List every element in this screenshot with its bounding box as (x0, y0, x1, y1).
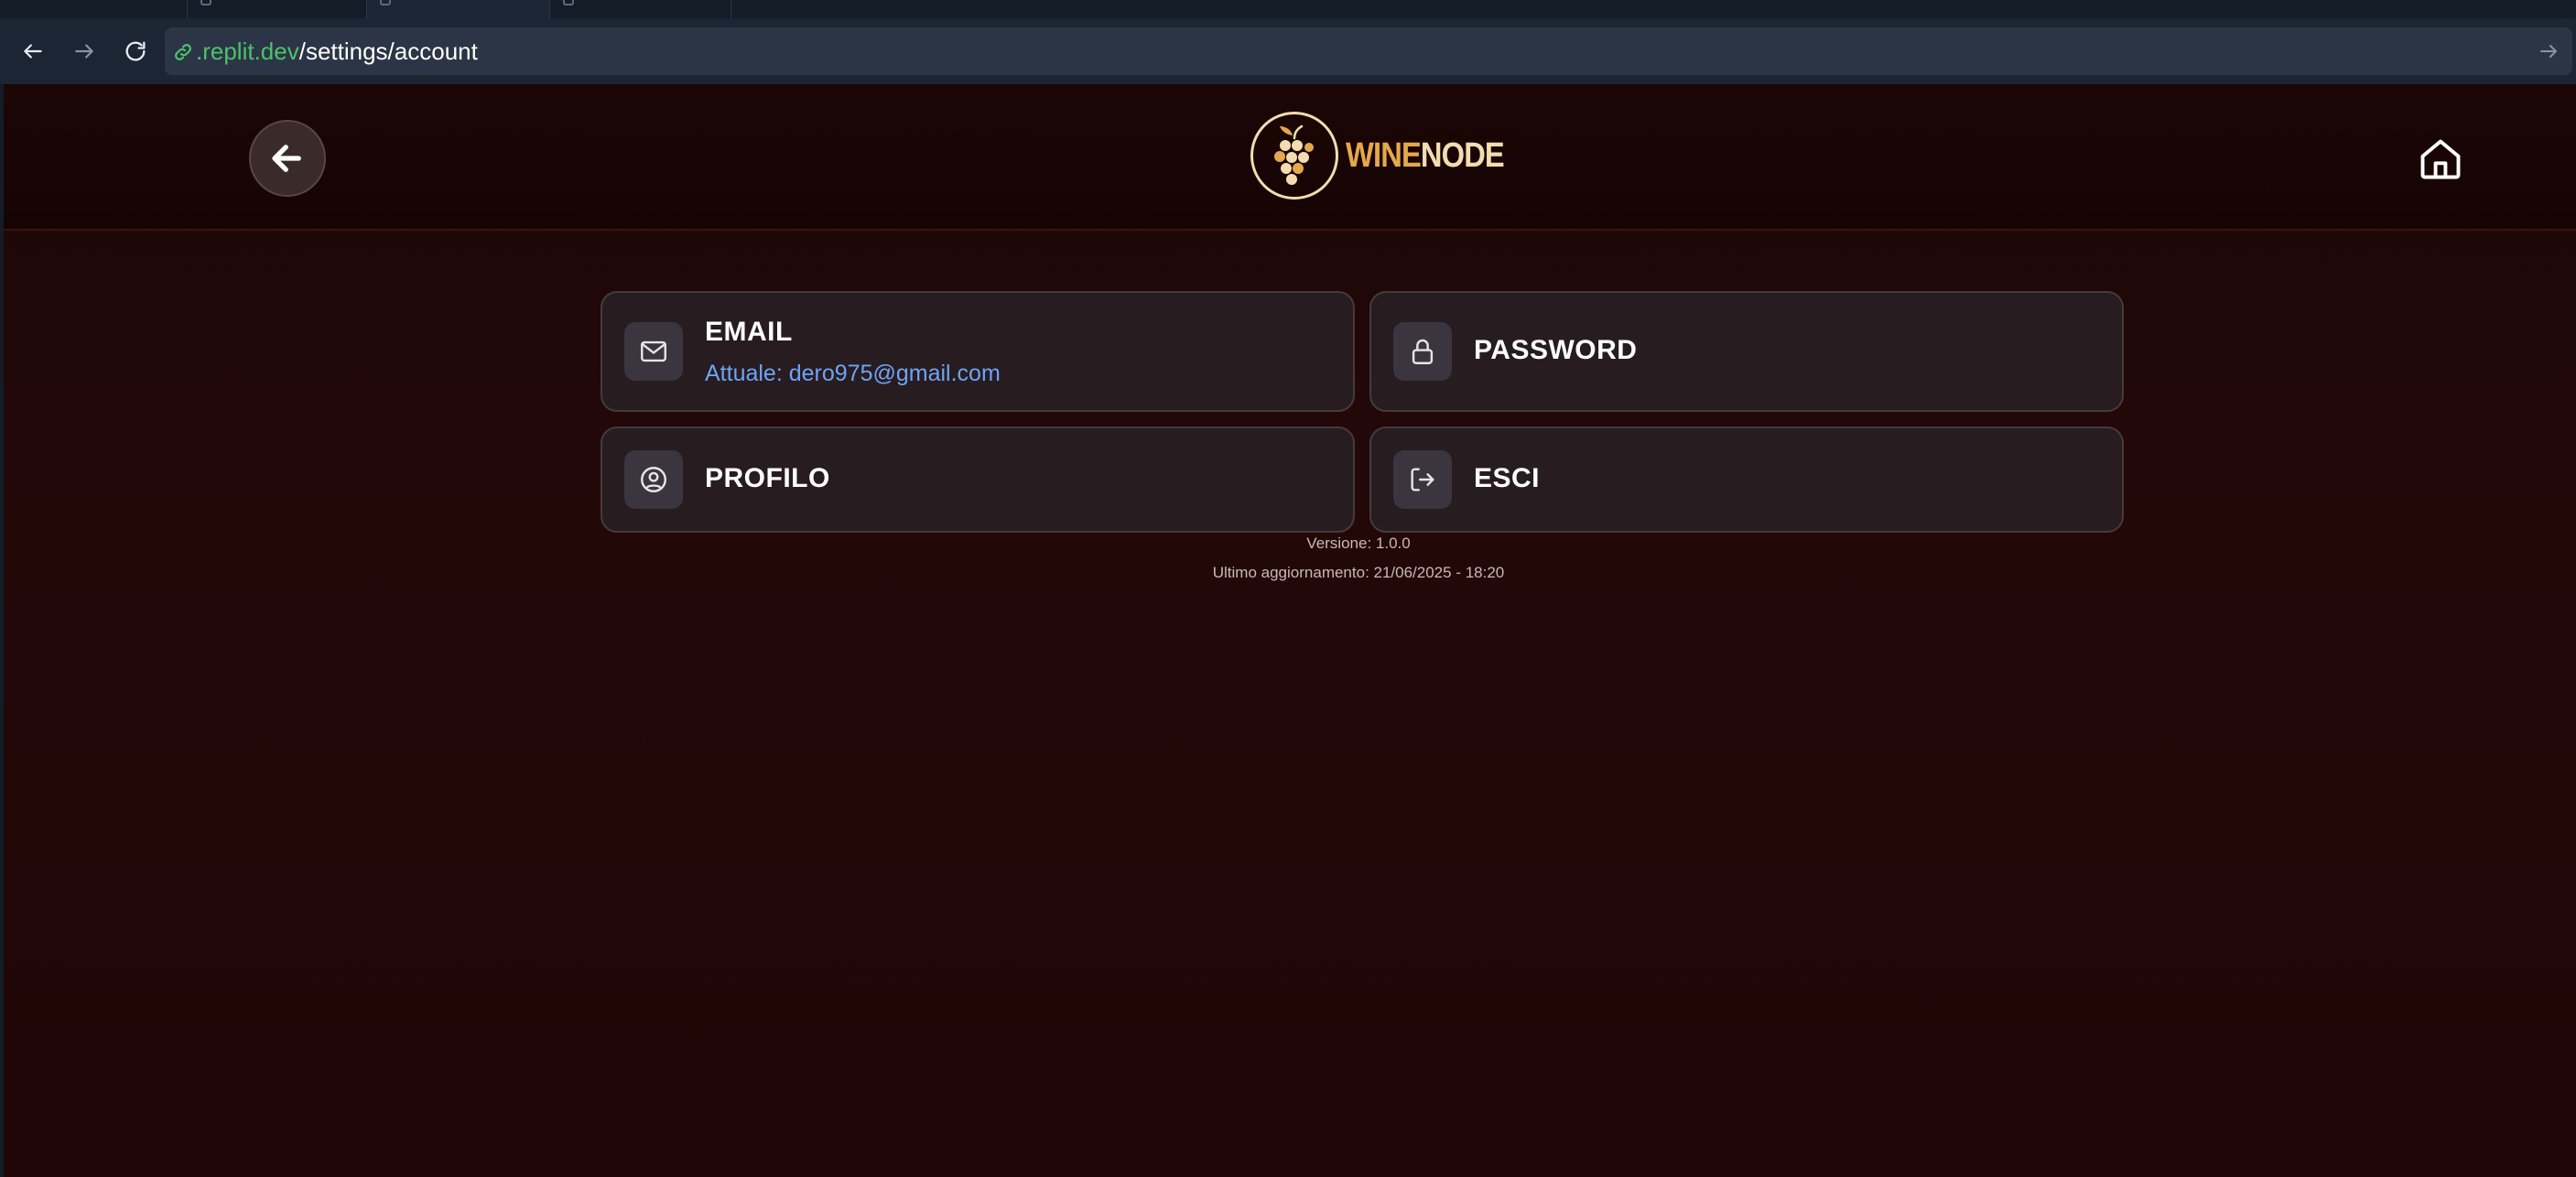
grapes-icon (1274, 124, 1314, 185)
profile-card[interactable]: PROFILO (601, 427, 1355, 533)
browser-reload-button[interactable] (121, 37, 150, 66)
email-card-title: EMAIL (705, 317, 793, 347)
app-page: WINENODE EMAIL Attuale: dero975@gmail.co… (4, 84, 2576, 1177)
browser-tab-active[interactable] (366, 0, 549, 18)
home-icon (2420, 139, 2461, 179)
lock-icon (1412, 339, 1434, 364)
back-button[interactable] (249, 120, 326, 197)
logo-wordmark: WINENODE (1346, 135, 1505, 176)
tab-favicon-icon (200, 0, 211, 5)
password-card-title: PASSWORD (1474, 335, 1638, 365)
current-email-text: Attuale: dero975@gmail.com (705, 361, 1001, 386)
url-text: .replit.dev/settings/account (196, 38, 478, 64)
logout-card[interactable]: ESCI (1369, 427, 2124, 533)
app-header: WINENODE (4, 84, 2576, 231)
url-path: /settings/account (298, 38, 478, 65)
logout-card-title: ESCI (1474, 463, 1541, 493)
tab-favicon-icon (380, 0, 391, 5)
email-card[interactable]: EMAIL Attuale: dero975@gmail.com (601, 291, 1355, 412)
url-domain: .replit.dev (196, 38, 299, 65)
browser-toolbar: .replit.dev/settings/account (0, 18, 2576, 84)
link-icon (175, 44, 191, 60)
logo-node-text: NODE (1420, 135, 1505, 175)
password-card[interactable]: PASSWORD (1369, 291, 2124, 412)
logo-badge (1250, 112, 1338, 200)
profile-icon-box (624, 450, 683, 509)
browser-tab[interactable] (187, 0, 366, 18)
home-button[interactable] (2417, 135, 2464, 183)
browser-back-button[interactable] (18, 37, 48, 66)
browser-tab[interactable] (549, 0, 731, 18)
password-icon-box (1393, 322, 1452, 381)
profile-card-title: PROFILO (705, 463, 830, 493)
browser-forward-button[interactable] (70, 37, 99, 66)
email-icon-box (624, 322, 683, 381)
version-text: Versione: 1.0.0 (1306, 535, 1411, 552)
arrow-left-icon (272, 145, 301, 172)
logo-wine-text: WINE (1346, 135, 1422, 175)
arrow-right-icon (75, 44, 93, 59)
logout-icon (1411, 468, 1434, 491)
address-bar[interactable]: .replit.dev/settings/account (165, 27, 2572, 75)
go-arrow-icon[interactable] (2538, 40, 2560, 62)
arrow-left-icon (24, 44, 42, 59)
reload-icon (125, 41, 146, 61)
last-update-text: Ultimo aggiornamento: 21/06/2025 - 18:20 (1212, 564, 1505, 581)
logout-icon-box (1393, 450, 1452, 509)
user-circle-icon (641, 467, 666, 492)
winenode-logo[interactable]: WINENODE (1250, 110, 1530, 201)
mail-icon (641, 340, 666, 362)
tab-favicon-icon (563, 0, 574, 5)
browser-tab-strip (0, 0, 2576, 18)
